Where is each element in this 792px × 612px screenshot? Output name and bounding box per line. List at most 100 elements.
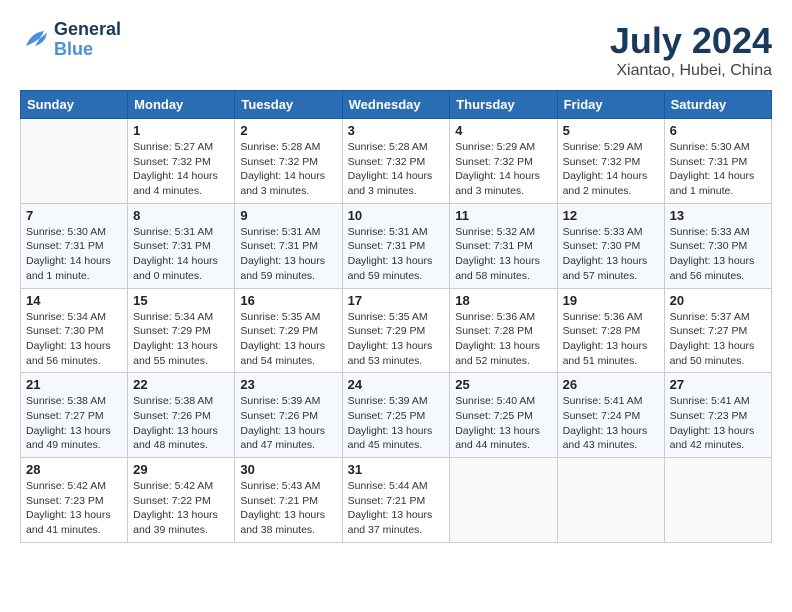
calendar-cell: 11 Sunrise: 5:32 AMSunset: 7:31 PMDayligh… (450, 203, 557, 288)
day-number: 9 (240, 208, 336, 223)
day-info: Sunrise: 5:38 AMSunset: 7:27 PMDaylight:… (26, 394, 122, 453)
day-info: Sunrise: 5:28 AMSunset: 7:32 PMDaylight:… (240, 140, 336, 199)
calendar-week-row: 1 Sunrise: 5:27 AMSunset: 7:32 PMDaylight… (21, 119, 772, 204)
day-number: 5 (563, 123, 659, 138)
calendar-cell: 27 Sunrise: 5:41 AMSunset: 7:23 PMDayligh… (664, 373, 771, 458)
day-number: 20 (670, 293, 766, 308)
day-info: Sunrise: 5:38 AMSunset: 7:26 PMDaylight:… (133, 394, 229, 453)
day-info: Sunrise: 5:30 AMSunset: 7:31 PMDaylight:… (670, 140, 766, 199)
weekday-header-monday: Monday (128, 91, 235, 119)
calendar-cell (21, 119, 128, 204)
day-number: 17 (348, 293, 445, 308)
month-year-title: July 2024 (610, 20, 772, 62)
day-info: Sunrise: 5:31 AMSunset: 7:31 PMDaylight:… (133, 225, 229, 284)
day-number: 2 (240, 123, 336, 138)
day-info: Sunrise: 5:41 AMSunset: 7:24 PMDaylight:… (563, 394, 659, 453)
day-info: Sunrise: 5:35 AMSunset: 7:29 PMDaylight:… (348, 310, 445, 369)
day-number: 6 (670, 123, 766, 138)
calendar-cell: 19 Sunrise: 5:36 AMSunset: 7:28 PMDayligh… (557, 288, 664, 373)
day-number: 26 (563, 377, 659, 392)
day-info: Sunrise: 5:27 AMSunset: 7:32 PMDaylight:… (133, 140, 229, 199)
calendar-cell: 8Sunrise: 5:31 AMSunset: 7:31 PMDaylight… (128, 203, 235, 288)
day-info: Sunrise: 5:28 AMSunset: 7:32 PMDaylight:… (348, 140, 445, 199)
day-info: Sunrise: 5:31 AMSunset: 7:31 PMDaylight:… (240, 225, 336, 284)
calendar-week-row: 14 Sunrise: 5:34 AMSunset: 7:30 PMDayligh… (21, 288, 772, 373)
calendar-cell: 13 Sunrise: 5:33 AMSunset: 7:30 PMDayligh… (664, 203, 771, 288)
day-info: Sunrise: 5:39 AMSunset: 7:26 PMDaylight:… (240, 394, 336, 453)
day-info: Sunrise: 5:43 AMSunset: 7:21 PMDaylight:… (240, 479, 336, 538)
calendar-cell: 22 Sunrise: 5:38 AMSunset: 7:26 PMDayligh… (128, 373, 235, 458)
day-number: 11 (455, 208, 551, 223)
calendar-table: SundayMondayTuesdayWednesdayThursdayFrid… (20, 90, 772, 543)
day-number: 28 (26, 462, 122, 477)
calendar-cell: 14 Sunrise: 5:34 AMSunset: 7:30 PMDayligh… (21, 288, 128, 373)
calendar-cell (664, 458, 771, 543)
calendar-cell: 21 Sunrise: 5:38 AMSunset: 7:27 PMDayligh… (21, 373, 128, 458)
logo-bird-icon (20, 25, 50, 55)
calendar-cell: 4 Sunrise: 5:29 AMSunset: 7:32 PMDaylight… (450, 119, 557, 204)
day-info: Sunrise: 5:42 AMSunset: 7:22 PMDaylight:… (133, 479, 229, 538)
day-number: 27 (670, 377, 766, 392)
day-number: 30 (240, 462, 336, 477)
calendar-cell: 5Sunrise: 5:29 AMSunset: 7:32 PMDaylight… (557, 119, 664, 204)
weekday-header-tuesday: Tuesday (235, 91, 342, 119)
day-number: 19 (563, 293, 659, 308)
weekday-header-wednesday: Wednesday (342, 91, 450, 119)
weekday-header-friday: Friday (557, 91, 664, 119)
calendar-cell: 16Sunrise: 5:35 AMSunset: 7:29 PMDayligh… (235, 288, 342, 373)
day-info: Sunrise: 5:40 AMSunset: 7:25 PMDaylight:… (455, 394, 551, 453)
calendar-cell: 25 Sunrise: 5:40 AMSunset: 7:25 PMDayligh… (450, 373, 557, 458)
day-info: Sunrise: 5:39 AMSunset: 7:25 PMDaylight:… (348, 394, 445, 453)
day-info: Sunrise: 5:30 AMSunset: 7:31 PMDaylight:… (26, 225, 122, 284)
calendar-cell: 24Sunrise: 5:39 AMSunset: 7:25 PMDayligh… (342, 373, 450, 458)
day-number: 15 (133, 293, 229, 308)
day-info: Sunrise: 5:33 AMSunset: 7:30 PMDaylight:… (563, 225, 659, 284)
calendar-cell: 10 Sunrise: 5:31 AMSunset: 7:31 PMDayligh… (342, 203, 450, 288)
calendar-week-row: 28 Sunrise: 5:42 AMSunset: 7:23 PMDayligh… (21, 458, 772, 543)
day-info: Sunrise: 5:31 AMSunset: 7:31 PMDaylight:… (348, 225, 445, 284)
calendar-cell: 15 Sunrise: 5:34 AMSunset: 7:29 PMDayligh… (128, 288, 235, 373)
weekday-header-thursday: Thursday (450, 91, 557, 119)
calendar-cell: 20Sunrise: 5:37 AMSunset: 7:27 PMDayligh… (664, 288, 771, 373)
day-number: 7 (26, 208, 122, 223)
calendar-cell: 2 Sunrise: 5:28 AMSunset: 7:32 PMDaylight… (235, 119, 342, 204)
day-info: Sunrise: 5:35 AMSunset: 7:29 PMDaylight:… (240, 310, 336, 369)
day-info: Sunrise: 5:29 AMSunset: 7:32 PMDaylight:… (455, 140, 551, 199)
day-info: Sunrise: 5:33 AMSunset: 7:30 PMDaylight:… (670, 225, 766, 284)
day-number: 4 (455, 123, 551, 138)
calendar-week-row: 7 Sunrise: 5:30 AMSunset: 7:31 PMDaylight… (21, 203, 772, 288)
day-info: Sunrise: 5:36 AMSunset: 7:28 PMDaylight:… (455, 310, 551, 369)
day-number: 14 (26, 293, 122, 308)
calendar-cell: 6 Sunrise: 5:30 AMSunset: 7:31 PMDaylight… (664, 119, 771, 204)
day-number: 23 (240, 377, 336, 392)
day-info: Sunrise: 5:42 AMSunset: 7:23 PMDaylight:… (26, 479, 122, 538)
calendar-cell: 26 Sunrise: 5:41 AMSunset: 7:24 PMDayligh… (557, 373, 664, 458)
day-number: 10 (348, 208, 445, 223)
day-info: Sunrise: 5:34 AMSunset: 7:29 PMDaylight:… (133, 310, 229, 369)
day-number: 29 (133, 462, 229, 477)
calendar-cell: 29 Sunrise: 5:42 AMSunset: 7:22 PMDayligh… (128, 458, 235, 543)
calendar-cell: 12 Sunrise: 5:33 AMSunset: 7:30 PMDayligh… (557, 203, 664, 288)
day-info: Sunrise: 5:34 AMSunset: 7:30 PMDaylight:… (26, 310, 122, 369)
day-number: 13 (670, 208, 766, 223)
day-number: 18 (455, 293, 551, 308)
calendar-cell: 30 Sunrise: 5:43 AMSunset: 7:21 PMDayligh… (235, 458, 342, 543)
calendar-cell: 9 Sunrise: 5:31 AMSunset: 7:31 PMDaylight… (235, 203, 342, 288)
calendar-cell (557, 458, 664, 543)
day-info: Sunrise: 5:44 AMSunset: 7:21 PMDaylight:… (348, 479, 445, 538)
calendar-cell: 28 Sunrise: 5:42 AMSunset: 7:23 PMDayligh… (21, 458, 128, 543)
day-number: 21 (26, 377, 122, 392)
day-number: 12 (563, 208, 659, 223)
day-number: 25 (455, 377, 551, 392)
day-number: 1 (133, 123, 229, 138)
day-number: 22 (133, 377, 229, 392)
page-header: General Blue July 2024 Xiantao, Hubei, C… (20, 20, 772, 80)
calendar-cell: 23 Sunrise: 5:39 AMSunset: 7:26 PMDayligh… (235, 373, 342, 458)
logo-text: General Blue (54, 20, 121, 60)
calendar-cell: 31 Sunrise: 5:44 AMSunset: 7:21 PMDayligh… (342, 458, 450, 543)
day-info: Sunrise: 5:41 AMSunset: 7:23 PMDaylight:… (670, 394, 766, 453)
day-info: Sunrise: 5:32 AMSunset: 7:31 PMDaylight:… (455, 225, 551, 284)
calendar-cell: 17 Sunrise: 5:35 AMSunset: 7:29 PMDayligh… (342, 288, 450, 373)
day-info: Sunrise: 5:36 AMSunset: 7:28 PMDaylight:… (563, 310, 659, 369)
day-number: 31 (348, 462, 445, 477)
